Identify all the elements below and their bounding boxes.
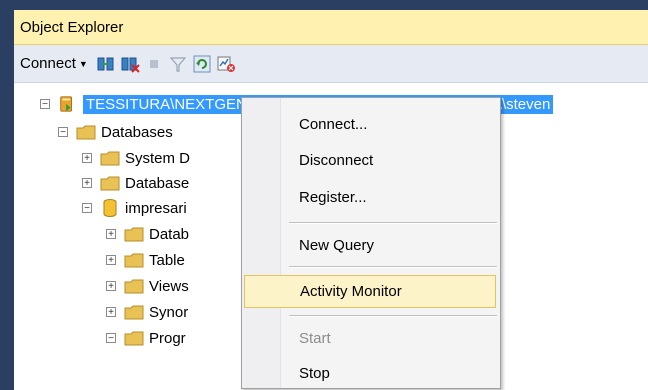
tree-node-label: Progr <box>149 329 186 347</box>
menu-separator <box>289 266 497 268</box>
menu-item-label: New Query <box>299 237 375 254</box>
connect-server-icon <box>97 57 114 70</box>
stop-icon <box>149 59 158 68</box>
server-icon <box>60 96 72 112</box>
menu-item-connect[interactable]: Connect... <box>244 108 496 141</box>
refresh-icon <box>193 55 211 72</box>
tree-node-label: Datab <box>149 225 190 243</box>
menu-item-new-query[interactable]: New Query <box>244 229 496 262</box>
expand-toggle-icon[interactable]: + <box>82 153 92 164</box>
folder-icon <box>100 151 120 165</box>
menu-separator <box>289 222 497 224</box>
menu-item-label: Disconnect <box>299 152 374 169</box>
tree-node-label: Databases <box>101 123 173 141</box>
panel-title-bar: Object Explorer <box>14 10 648 45</box>
activity-monitor-toolbar-button[interactable] <box>215 53 237 75</box>
menu-item-disconnect[interactable]: Disconnect <box>244 144 496 177</box>
menu-item-label: Register... <box>299 189 367 206</box>
folder-icon <box>124 331 144 345</box>
tree-node-impresario-database[interactable]: − impresari <box>82 195 187 221</box>
disconnect-button[interactable] <box>119 53 141 75</box>
menu-separator <box>289 315 497 317</box>
collapse-toggle-icon[interactable]: − <box>58 127 68 138</box>
collapse-toggle-icon[interactable]: − <box>106 333 116 344</box>
menu-item-activity-monitor[interactable]: Activity Monitor <box>244 275 496 308</box>
collapse-toggle-icon[interactable]: − <box>40 99 50 110</box>
collapse-toggle-icon[interactable]: − <box>82 203 92 214</box>
expand-toggle-icon[interactable]: + <box>106 229 116 240</box>
stop-button[interactable] <box>143 53 165 75</box>
tree-node-label: impresari <box>125 199 187 217</box>
object-explorer-toolbar: Connect ▼ <box>14 45 648 83</box>
expand-toggle-icon[interactable]: + <box>82 178 92 189</box>
server-context-menu: Connect... Disconnect Register... New Qu… <box>241 97 501 389</box>
folder-icon <box>124 253 144 267</box>
connect-dropdown-button[interactable]: Connect ▼ <box>20 55 88 72</box>
folder-icon <box>124 279 144 293</box>
panel-title: Object Explorer <box>20 18 124 36</box>
menu-item-stop[interactable]: Stop <box>244 357 496 390</box>
tree-node-synonyms[interactable]: + Synor <box>106 299 188 325</box>
tree-node-label: Database <box>125 174 190 192</box>
tree-node-label: Synor <box>149 303 189 321</box>
activity-monitor-icon <box>217 56 235 72</box>
menu-item-start[interactable]: Start <box>244 322 496 355</box>
tree-node-tables[interactable]: + Table <box>106 247 185 273</box>
menu-item-label: Stop <box>299 365 330 382</box>
menu-item-register[interactable]: Register... <box>244 181 496 214</box>
tree-node-database-snapshots[interactable]: + Database <box>82 170 189 196</box>
disconnect-server-icon <box>121 57 140 73</box>
tree-node-database-diagrams[interactable]: + Datab <box>106 221 189 247</box>
folder-icon <box>124 305 144 319</box>
dropdown-arrow-icon: ▼ <box>78 58 88 69</box>
tree-node-label: Views <box>149 277 189 295</box>
menu-item-label: Start <box>299 330 331 347</box>
expand-toggle-icon[interactable]: + <box>106 281 116 292</box>
refresh-button[interactable] <box>191 53 213 75</box>
tree-node-views[interactable]: + Views <box>106 273 189 299</box>
folder-icon <box>124 227 144 241</box>
tree-node-label: Table <box>149 251 185 269</box>
filter-button[interactable] <box>167 53 189 75</box>
expand-toggle-icon[interactable]: + <box>106 255 116 266</box>
folder-icon <box>76 125 96 139</box>
tree-node-label: System D <box>125 149 191 167</box>
filter-icon <box>169 56 187 72</box>
connect-object-explorer-button[interactable] <box>95 53 117 75</box>
menu-item-label: Connect... <box>299 116 368 133</box>
connect-label: Connect <box>20 55 76 72</box>
expand-toggle-icon[interactable]: + <box>106 307 116 318</box>
database-icon <box>103 199 117 217</box>
menu-item-label: Activity Monitor <box>300 283 402 300</box>
tree-node-programmability[interactable]: − Progr <box>106 325 186 351</box>
folder-icon <box>100 176 120 190</box>
tree-node-databases[interactable]: − Databases <box>58 119 173 145</box>
tree-node-system-databases[interactable]: + System D <box>82 145 190 171</box>
